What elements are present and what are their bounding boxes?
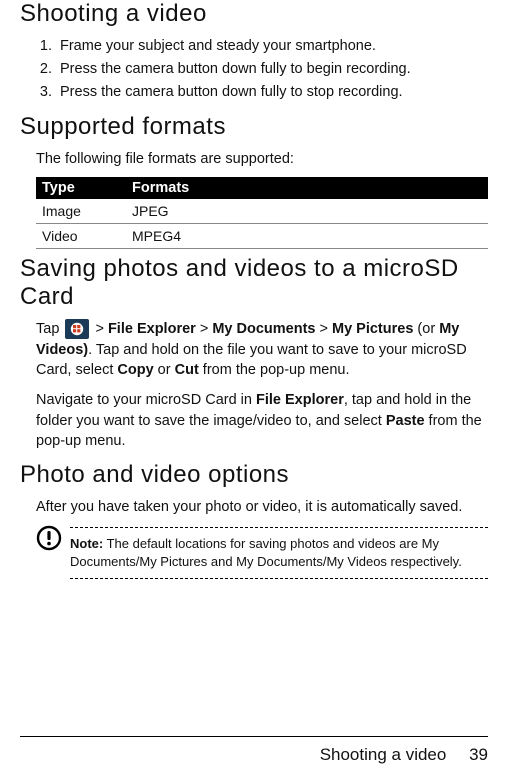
text-fragment: > <box>91 321 108 337</box>
note-alert-icon <box>36 525 62 551</box>
table-cell: Image <box>36 199 126 224</box>
table-cell: Video <box>36 224 126 249</box>
path-file-explorer: File Explorer <box>108 321 196 337</box>
table-row: Video MPEG4 <box>36 224 488 249</box>
path-my-documents: My Documents <box>212 321 315 337</box>
note-label: Note: <box>70 536 103 551</box>
path-my-pictures: My Pictures <box>332 321 413 337</box>
formats-intro: The following file formats are supported… <box>36 149 488 169</box>
text-fragment: > <box>315 321 332 337</box>
formats-table: Type Formats Image JPEG Video MPEG4 <box>36 177 488 249</box>
table-header-cell: Type <box>36 177 126 199</box>
text-fragment: Navigate to your microSD Card in <box>36 392 256 408</box>
text-fragment: from the pop-up menu. <box>199 362 350 378</box>
steps-list: Frame your subject and steady your smart… <box>56 36 488 103</box>
path-file-explorer: File Explorer <box>256 392 344 408</box>
note-box: Note: The default locations for saving p… <box>36 527 488 578</box>
text-fragment: > <box>196 321 213 337</box>
options-paragraph: After you have taken your photo or video… <box>36 497 488 517</box>
heading-photo-video-options: Photo and video options <box>20 461 488 489</box>
saving-paragraph-1: Tap > File Explorer > My Documents > My … <box>36 319 488 380</box>
heading-supported-formats: Supported formats <box>20 113 488 141</box>
table-row: Image JPEG <box>36 199 488 224</box>
table-header-row: Type Formats <box>36 177 488 199</box>
heading-shooting-video: Shooting a video <box>20 0 488 28</box>
table-cell: MPEG4 <box>126 224 488 249</box>
table-cell: JPEG <box>126 199 488 224</box>
action-paste: Paste <box>386 413 425 429</box>
table-header-cell: Formats <box>126 177 488 199</box>
text-fragment: (or <box>413 321 439 337</box>
step-item: Press the camera button down fully to be… <box>56 59 488 80</box>
page-footer: Shooting a video 39 <box>20 736 488 765</box>
heading-saving-microsd: Saving photos and videos to a microSD Ca… <box>20 255 488 311</box>
footer-title: Shooting a video <box>320 745 447 764</box>
windows-start-icon <box>65 319 89 339</box>
page-number: 39 <box>469 745 488 764</box>
text-fragment: Tap <box>36 321 63 337</box>
step-item: Frame your subject and steady your smart… <box>56 36 488 57</box>
step-item: Press the camera button down fully to st… <box>56 82 488 103</box>
action-copy: Copy <box>117 362 153 378</box>
note-text: The default locations for saving photos … <box>70 536 462 569</box>
action-cut: Cut <box>175 362 199 378</box>
text-fragment: or <box>154 362 175 378</box>
saving-paragraph-2: Navigate to your microSD Card in File Ex… <box>36 390 488 451</box>
